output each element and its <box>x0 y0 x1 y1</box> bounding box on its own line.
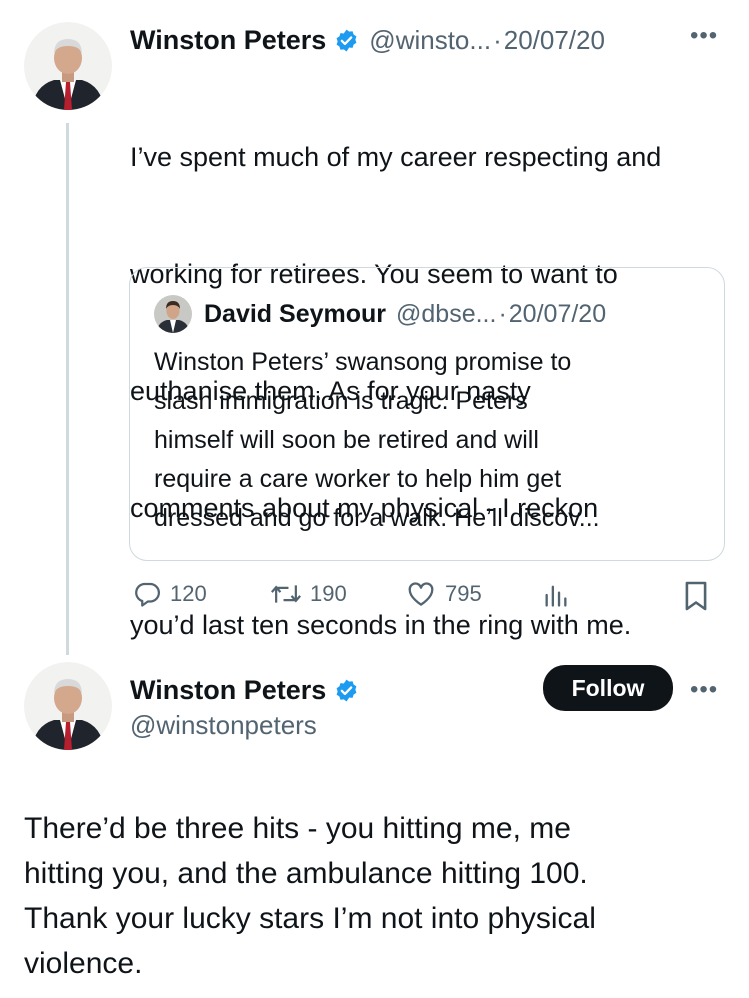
tweet1-date[interactable]: 20/07/20 <box>504 25 605 56</box>
retweet-icon <box>270 579 302 609</box>
tweet2-more-icon[interactable]: ••• <box>690 676 718 704</box>
tweet2-text-line: Thank your lucky stars I’m not into phys… <box>24 902 596 935</box>
thread-connector-line <box>66 123 69 655</box>
tweet1-text-line: I’ve spent much of my career respecting … <box>130 142 662 172</box>
like-button[interactable]: 795 <box>405 579 482 609</box>
reply-count: 120 <box>170 581 207 606</box>
verified-badge-icon <box>334 28 359 53</box>
tweet1-header: Winston Peters @winsto... · 20/07/20 <box>130 20 605 60</box>
heart-icon <box>405 579 437 609</box>
tweet1-author-name[interactable]: Winston Peters <box>130 25 326 56</box>
tweet1-text-line: you’d last ten seconds in the ring with … <box>130 610 632 640</box>
tweet2-text-line: There’d be three hits - you hitting me, … <box>24 812 571 845</box>
reply-icon <box>132 579 162 609</box>
bookmark-icon[interactable] <box>683 580 709 617</box>
tweet2-text: There’d be three hits - you hitting me, … <box>24 806 734 986</box>
david-seymour-avatar <box>154 295 192 333</box>
reply-button[interactable]: 120 <box>132 579 207 609</box>
quote-date[interactable]: 20/07/20 <box>509 300 606 329</box>
retweet-count: 190 <box>310 581 347 606</box>
winston-peters-avatar[interactable] <box>24 22 112 110</box>
quote-header: David Seymour @dbse... · 20/07/20 <box>204 296 606 332</box>
views-icon[interactable] <box>541 581 571 614</box>
tweet2-handle[interactable]: @winstonpeters <box>130 710 317 741</box>
quote-separator: · <box>498 299 507 328</box>
quote-text-line: dressed and go for a walk. He’ll discov.… <box>154 504 600 532</box>
verified-badge-icon <box>334 678 359 703</box>
quote-text-line: himself will soon be retired and will <box>154 426 539 454</box>
tweet2-text-line: violence. <box>24 947 143 980</box>
quoted-tweet-card[interactable]: David Seymour @dbse... · 20/07/20 Winsto… <box>129 267 725 561</box>
tweet1-handle[interactable]: @winsto... <box>369 25 491 56</box>
quote-author-name[interactable]: David Seymour <box>204 300 386 329</box>
winston-peters-avatar-2[interactable] <box>24 662 112 750</box>
tweet1-separator: · <box>493 24 502 55</box>
tweet2-text-line: hitting you, and the ambulance hitting 1… <box>24 857 588 890</box>
quote-handle[interactable]: @dbse... <box>396 300 496 329</box>
tweet1-more-icon[interactable]: ••• <box>690 22 718 50</box>
tweet2-author-name[interactable]: Winston Peters <box>130 675 326 706</box>
tweet2-header: Winston Peters <box>130 671 359 709</box>
quote-text-line: require a care worker to help him get <box>154 465 562 493</box>
quote-text-line: slash immigration is tragic. Peters <box>154 387 528 415</box>
follow-button[interactable]: Follow <box>543 665 673 711</box>
retweet-button[interactable]: 190 <box>270 579 347 609</box>
quote-text: Winston Peters’ swansong promise to slas… <box>154 343 710 538</box>
like-count: 795 <box>445 581 482 606</box>
quote-text-line: Winston Peters’ swansong promise to <box>154 348 572 376</box>
